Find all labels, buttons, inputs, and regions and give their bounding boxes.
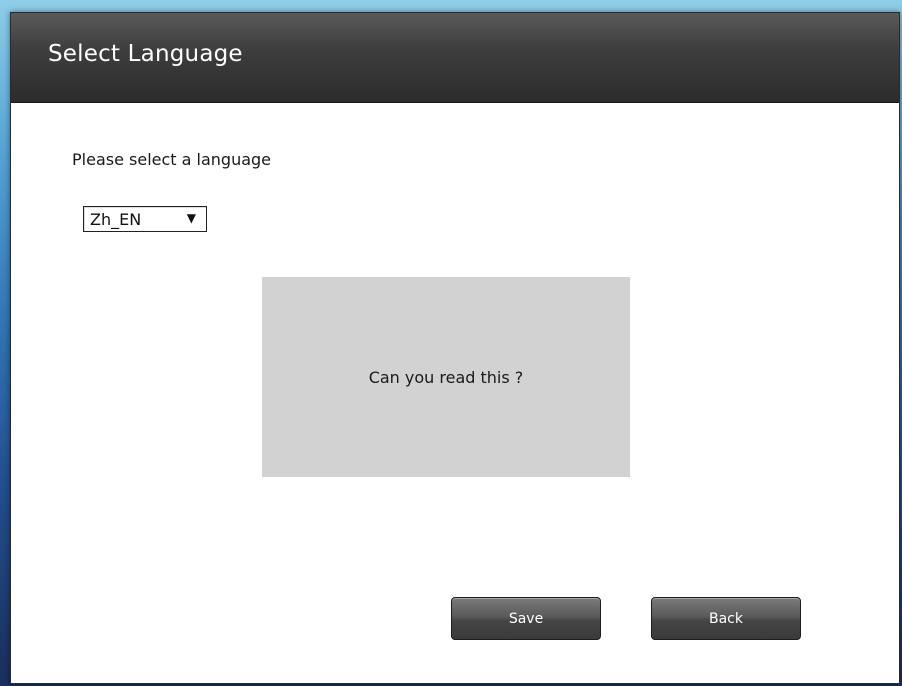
save-button[interactable]: Save [451, 597, 601, 640]
language-select-value: Zh_EN [90, 209, 142, 229]
select-language-dialog: Select Language Please select a language… [10, 12, 900, 684]
back-button[interactable]: Back [651, 597, 801, 640]
dropdown-triangle-icon: ▼ [186, 211, 196, 225]
dialog-titlebar: Select Language [11, 13, 899, 103]
preview-text: Can you read this ? [368, 367, 524, 387]
dialog-title: Select Language [48, 41, 243, 67]
language-prompt-label: Please select a language [72, 150, 272, 169]
language-preview-panel: Can you read this ? [262, 277, 630, 477]
language-select[interactable]: Zh_EN ▼ [83, 206, 207, 232]
